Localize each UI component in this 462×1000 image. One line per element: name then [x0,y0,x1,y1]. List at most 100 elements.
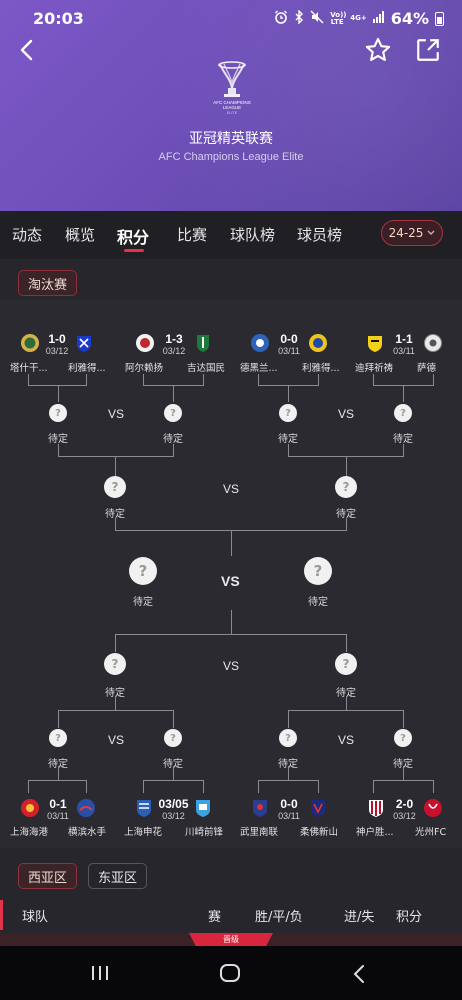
bracket-line [258,374,259,385]
tab-team-rankings[interactable]: 球队榜 [230,224,275,245]
bracket-line [403,444,404,456]
johor-crest-icon[interactable] [308,798,328,818]
bracket-line [433,780,434,793]
team-name-home: 上海申花 [124,827,163,838]
col-goals: 进/失 [344,910,375,925]
share-icon [417,39,439,61]
bracket-line [86,780,87,793]
pending-team-slot[interactable]: ? [164,404,182,422]
col-points: 积分 [396,910,423,925]
tab-matches[interactable]: 比赛 [177,224,207,245]
pending-team-slot[interactable]: ? [304,557,332,585]
pending-team-slot[interactable]: ? [104,476,126,498]
bracket-line [58,444,59,456]
vs-label: VS [338,733,355,747]
recent-apps-button[interactable] [90,964,110,986]
pending-label: 待定 [48,434,68,445]
bracket-line [288,385,289,402]
bracket-line [403,710,404,728]
col-played: 赛 [208,910,222,925]
bracket-line [86,374,87,385]
stage-selector-row: 淘汰赛 [0,259,462,300]
pending-label: 待定 [278,434,298,445]
vs-label: VS [338,407,355,421]
pending-team-slot[interactable]: ? [129,557,157,585]
season-selector[interactable]: 24-25 [381,220,443,246]
pending-team-slot[interactable]: ? [49,404,67,422]
team-name-away: 利雅得... [68,363,106,374]
volte-icon: Vo)) LTE [330,10,347,26]
share-button[interactable] [412,34,444,66]
bracket-line [403,766,404,780]
bracket-line [28,374,29,385]
knockout-bracket: 1-0 03/12 塔什干... 利雅得... 1-3 03/12 阿尔赖扬 吉达国民 0-0 0… [0,300,462,848]
tab-standings[interactable]: 积分 [117,224,149,248]
bracket-line [143,780,204,781]
favorite-button[interactable] [362,34,394,66]
pending-team-slot[interactable]: ? [104,653,126,675]
bracket-line [346,456,347,477]
vs-label: VS [223,659,240,673]
region-tab-east[interactable]: 东亚区 [88,863,148,889]
team-name-home: 迪拜祈祷 [355,363,394,374]
pending-team-slot[interactable]: ? [394,404,412,422]
bracket-line [258,780,259,793]
bracket-line [115,634,116,652]
match-score: 0-1 [49,797,67,811]
pending-team-slot[interactable]: ? [394,729,412,747]
match-score: 0-0 [280,797,298,811]
team-name-home: 阿尔赖扬 [125,363,164,374]
back-button[interactable] [10,34,42,66]
svg-text:ELITE: ELITE [227,111,238,115]
match-date: 03/12 [45,346,69,356]
pending-team-slot[interactable]: ? [335,653,357,675]
tab-overview[interactable]: 概览 [65,224,95,245]
nav-back-button[interactable] [352,964,366,988]
nav-back-icon [353,965,364,983]
bracket-line [318,780,319,793]
home-button[interactable] [219,963,241,987]
al-sadd-crest-icon[interactable] [423,333,443,353]
bracket-line [115,518,116,530]
al-nassr-crest-icon[interactable] [308,333,328,353]
team-name-home: 德黑兰... [240,363,278,374]
pending-team-slot[interactable]: ? [164,729,182,747]
pending-team-slot[interactable]: ? [279,729,297,747]
league-header: 20:03 Vo)) LTE 4G+ 64% AFC CHAMPIONS LEA… [0,0,462,211]
pending-label: 待定 [393,434,413,445]
match-date: 03/11 [278,346,300,356]
tab-news[interactable]: 动态 [12,224,42,245]
qualified-badge: 晋级 [189,933,273,946]
kawasaki-frontale-crest-icon[interactable] [193,798,213,818]
team-name-away: 柔佛新山 [300,827,339,838]
bracket-line [318,374,319,385]
afc-champions-league-trophy-logo: AFC CHAMPIONS LEAGUE ELITE [212,60,252,116]
match-date: 03/11 [47,811,69,821]
bracket-line [115,696,116,710]
match-date: 03/12 [162,346,186,356]
tab-player-rankings[interactable]: 球员榜 [297,224,342,245]
bracket-line [28,780,87,781]
status-icons: Vo)) LTE 4G+ 64% [274,8,444,28]
match-date: 03/11 [393,346,415,356]
pending-team-slot[interactable]: ? [279,404,297,422]
vs-label: VS [108,733,125,747]
group-table-section: 西亚区 东亚区 球队 赛 胜/平/负 进/失 积分 [0,848,462,946]
bracket-line [203,780,204,793]
knockout-chip[interactable]: 淘汰赛 [18,270,78,296]
al-ahli-crest-icon[interactable] [193,333,213,353]
bracket-line [203,374,204,385]
bracket-line [173,444,174,456]
region-tab-west[interactable]: 西亚区 [18,863,78,889]
league-subtitle: AFC Champions League Elite [158,151,304,163]
pending-team-slot[interactable]: ? [49,729,67,747]
qualification-bar: 晋级 [0,933,462,946]
team-name-away: 利雅得... [302,363,340,374]
pending-team-slot[interactable]: ? [335,476,357,498]
bracket-line [346,518,347,530]
network-type-icon: 4G+ [350,14,367,22]
active-tab-indicator [124,249,144,252]
svg-text:AFC CHAMPIONS: AFC CHAMPIONS [213,100,251,105]
bracket-line [231,610,232,634]
bracket-line [288,710,289,728]
